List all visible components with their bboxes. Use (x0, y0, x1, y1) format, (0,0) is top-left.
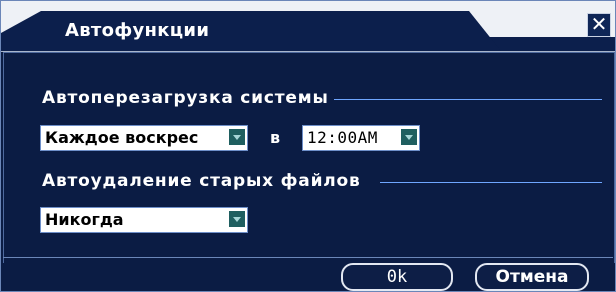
auto-delete-label: Автоудаление старых файлов (42, 171, 361, 191)
ok-button[interactable]: 0k (341, 263, 453, 291)
dialog-content: Автоперезагрузка системы Каждое воскрес … (3, 52, 615, 263)
auto-functions-dialog: Автофункции ✕ Автоперезагрузка системы К… (0, 0, 616, 292)
at-label: в (270, 128, 281, 147)
auto-reboot-divider (334, 99, 602, 100)
dialog-title: Автофункции (65, 20, 210, 41)
reboot-time-value: 12:00AM (307, 128, 378, 147)
reboot-day-value: Каждое воскрес (45, 128, 199, 147)
auto-delete-divider (380, 182, 602, 183)
dialog-footer: 0k Отмена (3, 257, 613, 291)
close-icon[interactable]: ✕ (587, 13, 611, 37)
auto-delete-select[interactable]: Никогда (40, 207, 248, 233)
title-bar: Автофункции ✕ (1, 1, 615, 52)
auto-delete-value: Никогда (45, 210, 124, 229)
auto-reboot-label: Автоперезагрузка системы (42, 88, 329, 108)
reboot-time-select[interactable]: 12:00AM (302, 125, 420, 151)
chevron-down-icon[interactable] (401, 129, 417, 145)
chevron-down-icon[interactable] (229, 129, 245, 145)
reboot-day-select[interactable]: Каждое воскрес (40, 125, 248, 151)
cancel-button[interactable]: Отмена (475, 263, 589, 291)
chevron-down-icon[interactable] (229, 211, 245, 227)
